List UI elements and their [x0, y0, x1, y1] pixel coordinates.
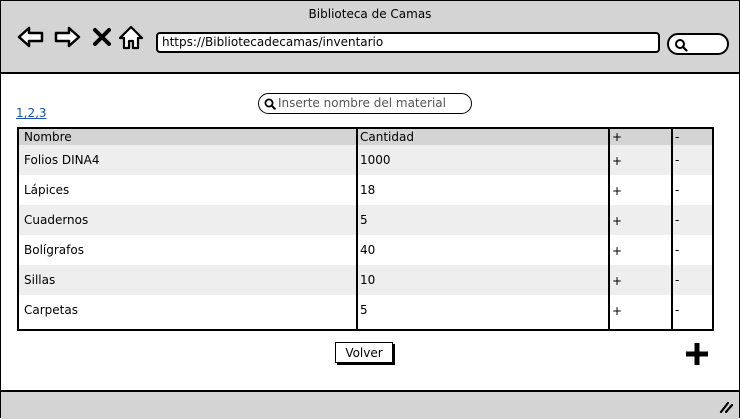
search-icon: [675, 39, 688, 52]
column-header-quantity: Cantidad: [360, 130, 414, 144]
browser-window: Biblioteca de Camas https://Bibliotecade…: [0, 0, 740, 419]
column-divider: [671, 129, 673, 329]
decrement-button[interactable]: -: [675, 265, 679, 295]
material-name: Cuadernos: [24, 213, 89, 227]
inventory-table: Nombre Cantidad + - Folios DINA4 1000 + …: [17, 127, 714, 331]
material-quantity: 5: [360, 303, 368, 317]
material-search-box[interactable]: [258, 93, 472, 114]
column-header-minus: -: [675, 130, 680, 144]
material-quantity: 40: [360, 243, 376, 257]
browser-search-button[interactable]: [667, 33, 729, 55]
back-arrow-icon[interactable]: [16, 25, 46, 53]
material-name: Bolígrafos: [24, 243, 84, 257]
add-material-button[interactable]: [684, 341, 710, 367]
resize-grip-icon[interactable]: [718, 398, 734, 417]
material-quantity: 5: [360, 213, 368, 227]
column-header-plus: +: [612, 130, 623, 144]
search-icon: [264, 98, 276, 110]
window-title: Biblioteca de Camas: [308, 7, 432, 21]
close-icon[interactable]: [92, 25, 112, 53]
browser-chrome: Biblioteca de Camas https://Bibliotecade…: [1, 1, 739, 74]
column-divider: [608, 129, 610, 329]
material-name: Folios DINA4: [24, 153, 100, 167]
material-quantity: 18: [360, 183, 376, 197]
decrement-button[interactable]: -: [675, 205, 679, 235]
increment-button[interactable]: +: [612, 206, 622, 236]
material-name: Carpetas: [24, 303, 78, 317]
material-name: Sillas: [24, 273, 56, 287]
url-bar[interactable]: https://Bibliotecadecamas/inventario: [156, 32, 660, 53]
plus-icon: [686, 343, 708, 365]
column-header-name: Nombre: [24, 130, 72, 144]
increment-button[interactable]: +: [612, 146, 622, 176]
material-quantity: 1000: [360, 153, 391, 167]
pagination-links[interactable]: 1,2,3: [16, 106, 47, 120]
home-icon[interactable]: [118, 25, 144, 55]
back-button[interactable]: Volver: [335, 342, 393, 363]
decrement-button[interactable]: -: [675, 145, 679, 175]
column-divider: [356, 129, 358, 329]
forward-arrow-icon[interactable]: [52, 25, 82, 53]
increment-button[interactable]: +: [612, 176, 622, 206]
decrement-button[interactable]: -: [675, 175, 679, 205]
decrement-button[interactable]: -: [675, 235, 679, 265]
material-name: Lápices: [24, 183, 70, 197]
increment-button[interactable]: +: [612, 236, 622, 266]
increment-button[interactable]: +: [612, 266, 622, 296]
status-bar: [1, 390, 739, 419]
decrement-button[interactable]: -: [675, 295, 679, 325]
material-search-input[interactable]: [278, 95, 464, 111]
material-quantity: 10: [360, 273, 376, 287]
increment-button[interactable]: +: [612, 296, 622, 326]
